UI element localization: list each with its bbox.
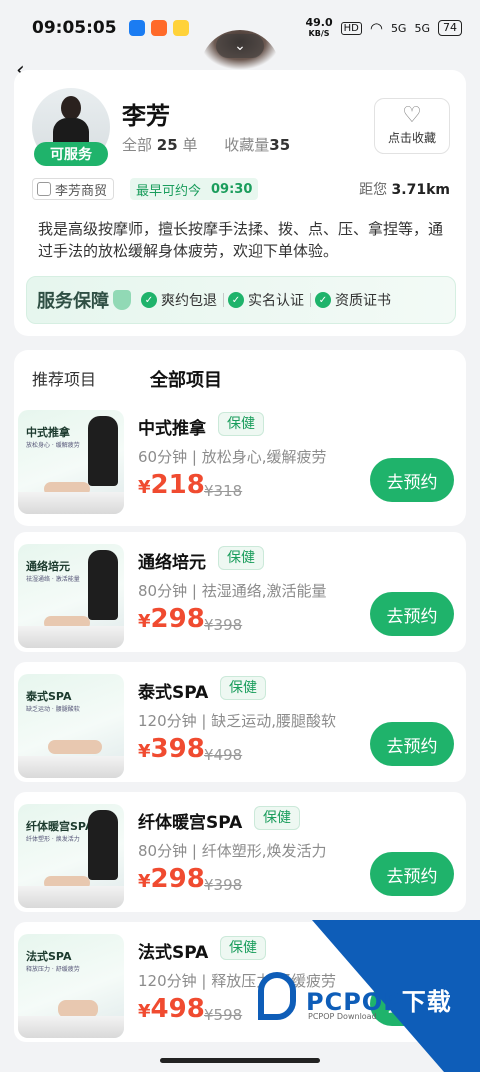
favorite-button[interactable]: ♡ 点击收藏 bbox=[374, 98, 450, 154]
status-time: 09:05:05 bbox=[32, 18, 117, 38]
service-description: 60分钟 | 放松身心,缓解疲劳 bbox=[138, 448, 327, 466]
home-indicator[interactable] bbox=[160, 1058, 320, 1063]
battery-icon: 74 bbox=[438, 20, 462, 36]
service-thumbnail: 通络培元 祛湿通络 · 激活能量 bbox=[18, 544, 124, 648]
signal-icon: 5G bbox=[390, 21, 407, 35]
original-price: ¥398 bbox=[204, 876, 243, 894]
service-item[interactable]: 纤体暖宫SPA 纤体塑形 · 焕发活力 纤体暖宫SPA 保健 80分钟 | 纤体… bbox=[14, 792, 466, 912]
service-thumbnail: 中式推拿 放松身心 · 缓解疲劳 bbox=[18, 410, 124, 514]
guarantee-item: ✓ 爽约包退 bbox=[141, 290, 217, 310]
tab-recommended[interactable]: 推荐项目 bbox=[32, 366, 96, 390]
service-thumbnail: 纤体暖宫SPA 纤体塑形 · 焕发活力 bbox=[18, 804, 124, 908]
therapist-profile-card: 可服务 李芳 全部 25 单 收藏量35 ♡ 点击收藏 李芳商贸 最早可约今 0… bbox=[14, 70, 466, 336]
heart-icon: ♡ bbox=[402, 103, 422, 128]
project-tabs: 推荐项目 全部项目 bbox=[14, 350, 466, 400]
guarantee-item: ✓ 资质证书 bbox=[315, 290, 391, 310]
earliest-availability: 最早可约今 09:30 bbox=[130, 178, 259, 200]
service-price: ¥218 bbox=[138, 470, 205, 500]
service-description: 80分钟 | 纤体塑形,焕发活力 bbox=[138, 842, 327, 860]
check-shield-icon: ✓ bbox=[315, 292, 331, 308]
book-button[interactable]: 去预约 bbox=[370, 458, 454, 502]
order-count: 25 bbox=[156, 136, 178, 154]
service-price: ¥398 bbox=[138, 734, 205, 764]
wifi-icon: ◠ bbox=[369, 19, 383, 37]
hd-icon: HD bbox=[340, 21, 362, 35]
book-button[interactable]: 去预约 bbox=[370, 722, 454, 766]
service-name: 纤体暖宫SPA bbox=[138, 813, 243, 833]
app-notification-icon bbox=[172, 20, 189, 36]
collapse-button[interactable]: ⌄ bbox=[216, 34, 264, 58]
service-name: 泰式SPA bbox=[138, 683, 209, 703]
service-guarantee[interactable]: 服务保障 ✓ 爽约包退 ✓ 实名认证 ✓ 资质证书 bbox=[26, 276, 456, 324]
book-button[interactable]: 去预约 bbox=[370, 592, 454, 636]
original-price: ¥398 bbox=[204, 616, 243, 634]
app-notification-icon bbox=[128, 20, 145, 36]
service-thumbnail: 泰式SPA 缺乏运动 · 腰腿酸软 bbox=[18, 674, 124, 778]
service-name: 中式推拿 bbox=[138, 419, 206, 439]
service-item[interactable]: 泰式SPA 缺乏运动 · 腰腿酸软 泰式SPA 保健 120分钟 | 缺乏运动,… bbox=[14, 662, 466, 782]
therapist-stats: 全部 25 单 收藏量35 bbox=[122, 136, 291, 154]
service-item[interactable]: 通络培元 祛湿通络 · 激活能量 通络培元 保健 80分钟 | 祛湿通络,激活能… bbox=[14, 532, 466, 652]
status-badge: 可服务 bbox=[34, 142, 108, 166]
service-description: 120分钟 | 缺乏运动,腰腿酸软 bbox=[138, 712, 337, 730]
service-tag: 保健 bbox=[220, 676, 266, 700]
therapist-intro: 我是高级按摩师，擅长按摩手法揉、拨、点、压、拿捏等，通过手法的放松缓解身体疲劳，… bbox=[38, 220, 444, 260]
shop-tag[interactable]: 李芳商贸 bbox=[32, 178, 115, 200]
shield-icon bbox=[113, 290, 131, 310]
service-item[interactable]: 中式推拿 放松身心 · 缓解疲劳 中式推拿 保健 60分钟 | 放松身心,缓解疲… bbox=[14, 398, 466, 516]
service-description: 80分钟 | 祛湿通络,激活能量 bbox=[138, 582, 327, 600]
app-notification-icon bbox=[150, 20, 167, 36]
tab-all-projects[interactable]: 全部项目 bbox=[150, 366, 222, 395]
service-tag: 保健 bbox=[254, 806, 300, 830]
guarantee-item: ✓ 实名认证 bbox=[228, 290, 304, 310]
service-name: 法式SPA bbox=[138, 943, 209, 963]
shop-icon bbox=[37, 182, 51, 196]
pcpop-logo-icon bbox=[258, 972, 296, 1020]
guarantee-title: 服务保障 bbox=[37, 291, 109, 312]
chevron-down-icon: ⌄ bbox=[234, 38, 246, 54]
service-name: 通络培元 bbox=[138, 553, 206, 573]
status-right: 49.0 KB/S HD ◠ 5G 5G 74 bbox=[305, 15, 462, 39]
service-price: ¥498 bbox=[138, 994, 205, 1024]
original-price: ¥318 bbox=[204, 482, 243, 500]
original-price: ¥598 bbox=[204, 1006, 243, 1024]
service-thumbnail: 法式SPA 释放压力 · 舒缓疲劳 bbox=[18, 934, 124, 1038]
watermark-logo: PCPOP下载 PCPOP Download bbox=[240, 920, 480, 1072]
notification-icons bbox=[128, 20, 189, 36]
signal-icon: 5G bbox=[414, 21, 430, 35]
service-tag: 保健 bbox=[218, 546, 264, 570]
check-shield-icon: ✓ bbox=[228, 292, 244, 308]
service-tag: 保健 bbox=[218, 412, 264, 436]
distance: 距您 3.71km bbox=[359, 182, 450, 198]
favorite-count: 35 bbox=[269, 136, 291, 154]
network-speed: 49.0 KB/S bbox=[305, 15, 333, 38]
gesture-bar bbox=[0, 1052, 480, 1072]
check-shield-icon: ✓ bbox=[141, 292, 157, 308]
therapist-name: 李芳 bbox=[122, 102, 170, 130]
original-price: ¥498 bbox=[204, 746, 243, 764]
service-price: ¥298 bbox=[138, 604, 205, 634]
service-price: ¥298 bbox=[138, 864, 205, 894]
book-button[interactable]: 去预约 bbox=[370, 852, 454, 896]
